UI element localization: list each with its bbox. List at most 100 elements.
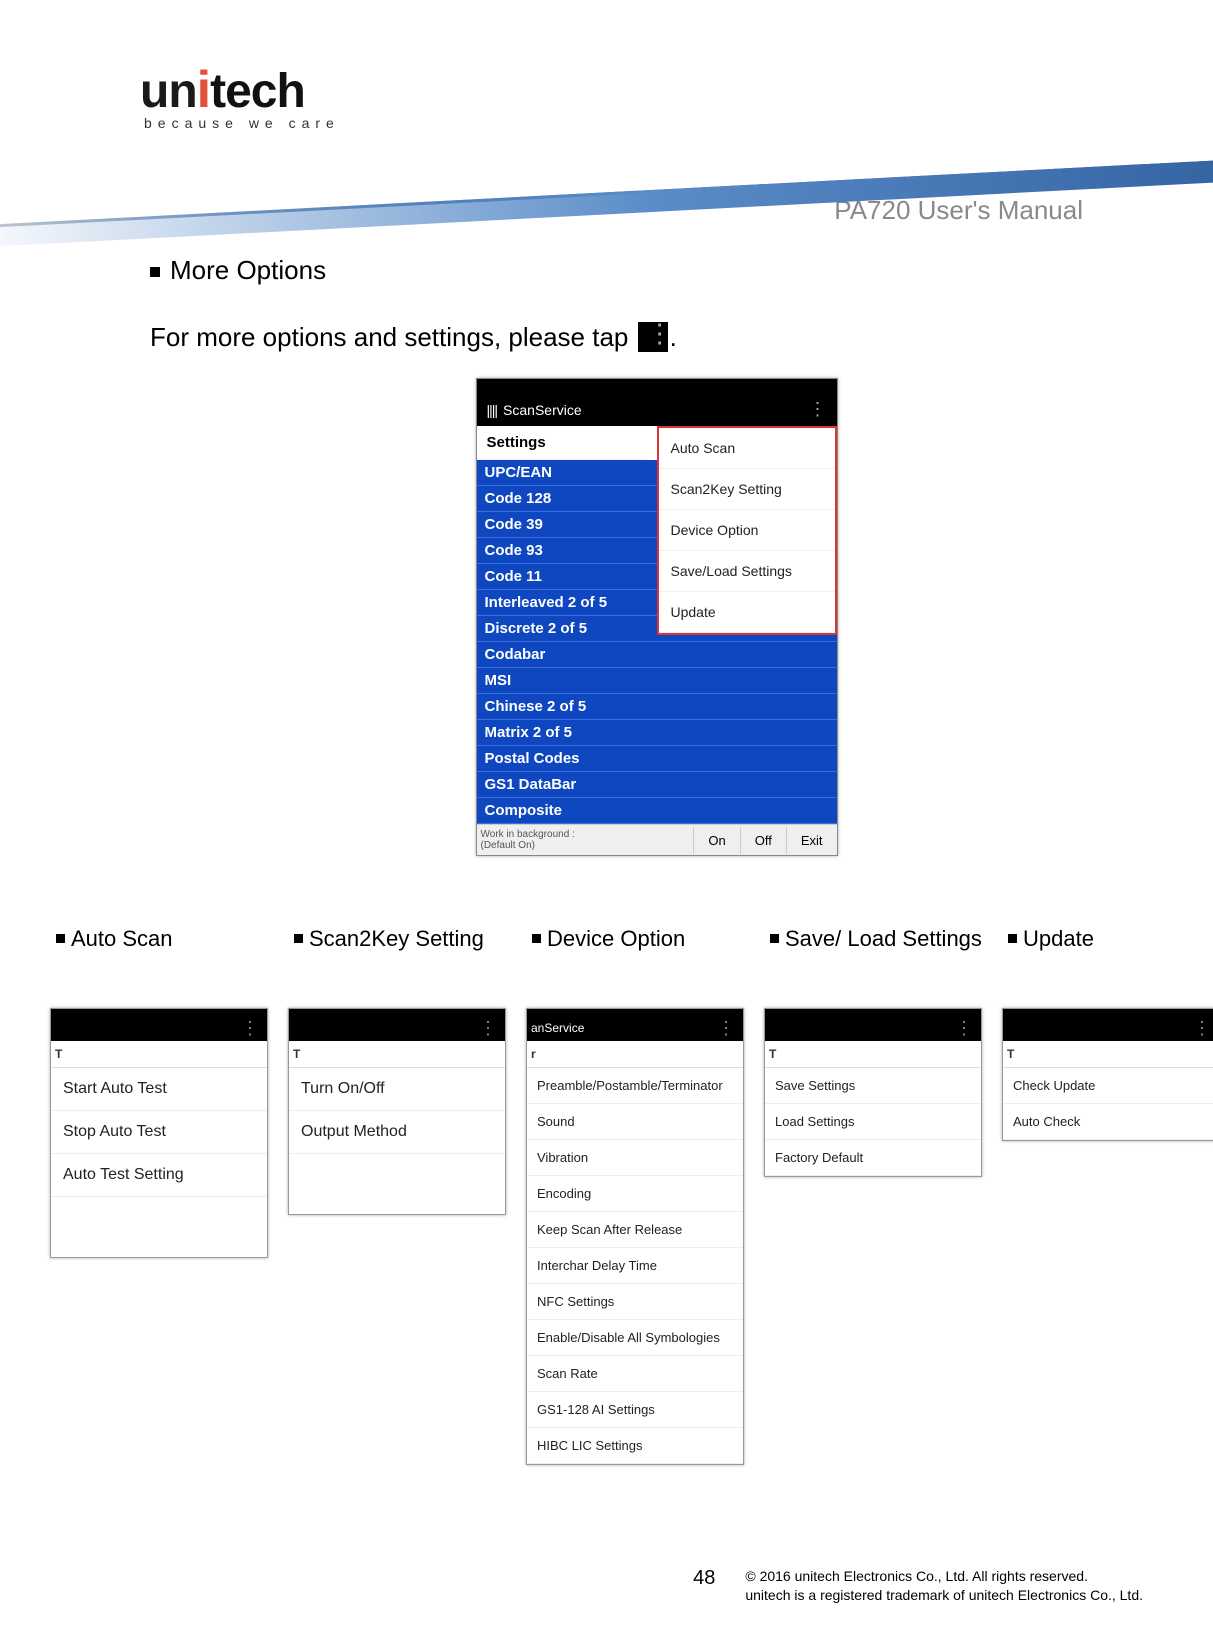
mini-blank-space — [51, 1197, 267, 1257]
option-column: Update ⋮ TCheck UpdateAuto Check — [1002, 926, 1213, 1465]
mini-title-text: anService — [531, 1021, 584, 1035]
overflow-dots-icon[interactable]: ⋮ — [717, 1018, 735, 1039]
mini-screenshot: ⋮ TStart Auto TestStop Auto TestAuto Test… — [50, 1008, 268, 1258]
symbology-row[interactable]: Composite — [477, 798, 837, 824]
mini-tab-fragment: T — [1003, 1041, 1018, 1067]
column-title: Auto Scan — [50, 926, 268, 994]
app-title-text: ScanService — [503, 402, 582, 418]
mini-menu-item[interactable]: Auto Check — [1003, 1104, 1213, 1140]
mini-tab-row: T — [1003, 1041, 1213, 1068]
column-title-text: Update — [1023, 926, 1094, 951]
bullet-square-icon — [532, 934, 541, 943]
overflow-dots-icon[interactable]: ⋮ — [241, 1018, 259, 1039]
mini-menu-popup: Preamble/Postamble/TerminatorSoundVibrat… — [527, 1068, 743, 1464]
overflow-menu-item[interactable]: Update — [659, 592, 835, 633]
mini-menu-item[interactable]: Check Update — [1003, 1068, 1213, 1104]
column-title-text: Device Option — [547, 926, 685, 951]
overflow-menu-icon — [638, 322, 668, 352]
mini-menu-item[interactable]: Enable/Disable All Symbologies — [527, 1320, 743, 1356]
column-title-text: Auto Scan — [71, 926, 173, 951]
mini-menu-item[interactable]: Sound — [527, 1104, 743, 1140]
mini-status-bar — [765, 1009, 981, 1017]
mini-menu-item[interactable]: Interchar Delay Time — [527, 1248, 743, 1284]
mini-menu-item[interactable]: Vibration — [527, 1140, 743, 1176]
option-column: Auto Scan ⋮ TStart Auto TestStop Auto Test… — [50, 926, 268, 1465]
symbology-row[interactable]: GS1 DataBar — [477, 772, 837, 798]
mini-menu-item[interactable]: Load Settings — [765, 1104, 981, 1140]
mini-blank-space — [289, 1154, 505, 1214]
mini-tab-fragment: T — [51, 1041, 66, 1067]
mini-title-bar: ⋮ — [51, 1017, 267, 1041]
mini-status-bar — [527, 1009, 743, 1017]
footer-button-exit[interactable]: Exit — [786, 827, 837, 854]
symbology-row[interactable]: Matrix 2 of 5 — [477, 720, 837, 746]
bullet-square-icon — [770, 934, 779, 943]
column-title-text: Scan2Key Setting — [309, 926, 484, 951]
bullet-square-icon — [150, 267, 160, 277]
mini-menu-item[interactable]: Factory Default — [765, 1140, 981, 1176]
overflow-menu-item[interactable]: Auto Scan — [659, 428, 835, 469]
mini-menu-item[interactable]: Start Auto Test — [51, 1068, 267, 1111]
logo-text: unitech — [140, 64, 390, 119]
mini-tab-row: T — [765, 1041, 981, 1068]
bullet-square-icon — [294, 934, 303, 943]
mini-menu-popup: Save SettingsLoad SettingsFactory Defaul… — [765, 1068, 981, 1176]
bullet-square-icon — [1008, 934, 1017, 943]
section-heading: More Options — [150, 255, 1163, 286]
app-title: ||||ScanService — [487, 402, 582, 418]
overflow-dots-icon[interactable]: ⋮ — [1193, 1018, 1211, 1039]
option-column: Device Option anService ⋮rPreamble/Postamb… — [526, 926, 744, 1465]
option-column: Scan2Key Setting ⋮ TTurn On/OffOutput Meth… — [288, 926, 506, 1465]
footer-button-off[interactable]: Off — [740, 827, 786, 854]
mini-menu-item[interactable]: HIBC LIC Settings — [527, 1428, 743, 1464]
mini-menu-item[interactable]: Auto Test Setting — [51, 1154, 267, 1197]
instruction-line: For more options and settings, please ta… — [150, 322, 1163, 353]
mini-tab-fragment: T — [289, 1041, 304, 1067]
symbology-row[interactable]: Postal Codes — [477, 746, 837, 772]
page-footer: 48 © 2016 unitech Electronics Co., Ltd. … — [0, 1567, 1143, 1605]
manual-page: unitech because we care PA720 User's Man… — [0, 0, 1213, 1650]
column-title-text: Save/ Load Settings — [785, 926, 982, 951]
copyright-block: © 2016 unitech Electronics Co., Ltd. All… — [745, 1567, 1143, 1605]
overflow-dots-icon[interactable]: ⋮ — [479, 1018, 497, 1039]
mini-menu-item[interactable]: Preamble/Postamble/Terminator — [527, 1068, 743, 1104]
mini-menu-popup: Check UpdateAuto Check — [1003, 1068, 1213, 1140]
mini-menu-item[interactable]: Keep Scan After Release — [527, 1212, 743, 1248]
mini-screenshot: anService ⋮rPreamble/Postamble/Terminator… — [526, 1008, 744, 1465]
mini-menu-item[interactable]: Output Method — [289, 1111, 505, 1154]
mini-menu-popup: Turn On/OffOutput Method — [289, 1068, 505, 1154]
symbology-row[interactable]: MSI — [477, 668, 837, 694]
column-title: Device Option — [526, 926, 744, 994]
overflow-dots-icon[interactable]: ⋮ — [955, 1018, 973, 1039]
mini-menu-popup: Start Auto TestStop Auto TestAuto Test S… — [51, 1068, 267, 1197]
mini-screenshot: ⋮TSave SettingsLoad SettingsFactory Defa… — [764, 1008, 982, 1177]
symbology-row[interactable]: Chinese 2 of 5 — [477, 694, 837, 720]
option-columns: Auto Scan⋮TStart Auto TestStop Auto Test… — [50, 926, 1163, 1465]
overflow-dots-icon[interactable]: ⋮ — [809, 399, 827, 420]
footer-button-on[interactable]: On — [693, 827, 739, 854]
mini-status-bar — [1003, 1009, 1213, 1017]
mini-status-bar — [51, 1009, 267, 1017]
mini-status-bar — [289, 1009, 505, 1017]
mini-menu-item[interactable]: Turn On/Off — [289, 1068, 505, 1111]
mini-menu-item[interactable]: Stop Auto Test — [51, 1111, 267, 1154]
overflow-menu-item[interactable]: Device Option — [659, 510, 835, 551]
symbology-row[interactable]: Codabar — [477, 642, 837, 668]
mini-tab-row: r — [527, 1041, 743, 1068]
overflow-menu-item[interactable]: Save/Load Settings — [659, 551, 835, 592]
mini-screenshot: ⋮ TTurn On/OffOutput Method — [288, 1008, 506, 1215]
mini-menu-item[interactable]: GS1-128 AI Settings — [527, 1392, 743, 1428]
tab-settings[interactable]: Settings — [477, 426, 647, 460]
mini-menu-item[interactable]: NFC Settings — [527, 1284, 743, 1320]
column-title: Update — [1002, 926, 1213, 994]
section-heading-text: More Options — [170, 255, 326, 285]
page-number: 48 — [693, 1567, 715, 1590]
overflow-menu-item[interactable]: Scan2Key Setting — [659, 469, 835, 510]
screenshot-footer: Work in background : (Default On) On Off… — [477, 824, 837, 855]
column-title: Save/ Load Settings — [764, 926, 982, 994]
footer-label: Work in background : (Default On) — [477, 825, 694, 855]
bullet-square-icon — [56, 934, 65, 943]
mini-menu-item[interactable]: Save Settings — [765, 1068, 981, 1104]
mini-menu-item[interactable]: Encoding — [527, 1176, 743, 1212]
mini-menu-item[interactable]: Scan Rate — [527, 1356, 743, 1392]
